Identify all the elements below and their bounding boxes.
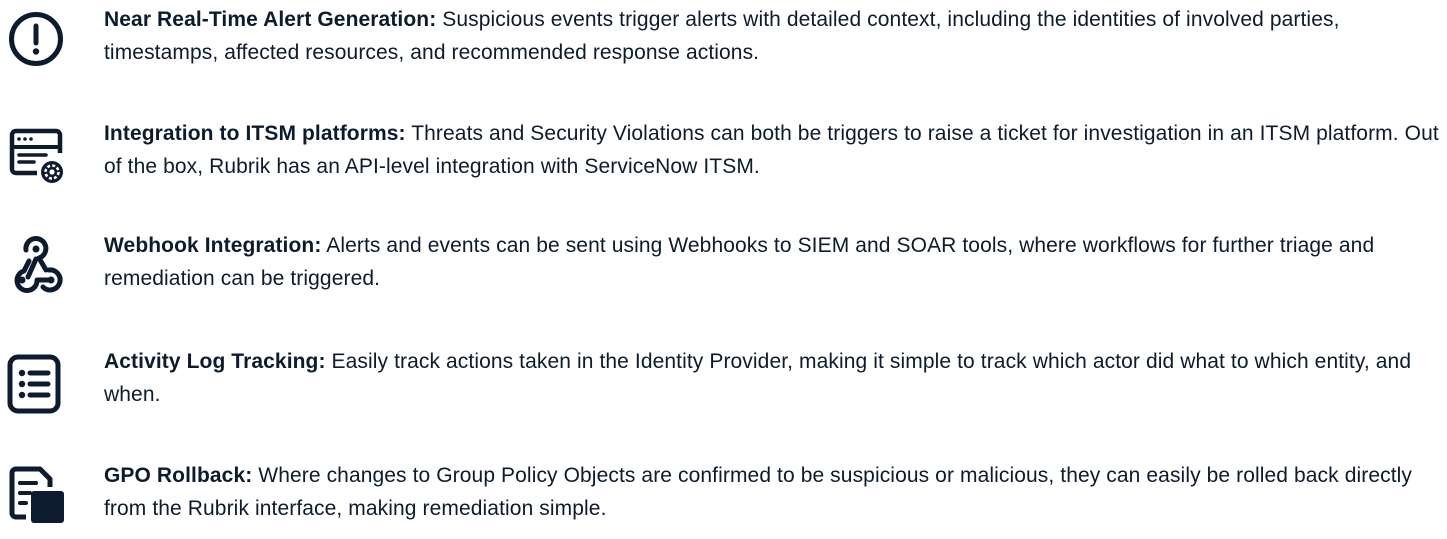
feature-itsm-integration: Integration to ITSM platforms: Threats a… <box>0 117 1447 197</box>
feature-title: Activity Log Tracking: <box>104 350 326 373</box>
ticket-window-gear-icon <box>4 123 68 187</box>
feature-title: GPO Rollback: <box>104 464 253 487</box>
feature-text: Activity Log Tracking: Easily track acti… <box>104 345 1439 411</box>
feature-alert-generation: Near Real-Time Alert Generation: Suspici… <box>0 3 1447 83</box>
feature-text: Near Real-Time Alert Generation: Suspici… <box>104 3 1439 69</box>
feature-gpo-rollback: GPO Rollback: Where changes to Group Pol… <box>0 459 1447 539</box>
webhook-icon <box>4 233 68 297</box>
feature-description: Where changes to Group Policy Objects ar… <box>104 464 1413 520</box>
feature-title: Webhook Integration: <box>104 234 322 257</box>
document-rollback-icon <box>4 463 68 527</box>
checklist-icon <box>4 351 68 415</box>
feature-text: Integration to ITSM platforms: Threats a… <box>104 117 1439 183</box>
feature-title: Near Real-Time Alert Generation: <box>104 8 437 31</box>
feature-text: Webhook Integration: Alerts and events c… <box>104 229 1439 295</box>
feature-text: GPO Rollback: Where changes to Group Pol… <box>104 459 1439 525</box>
feature-activity-log: Activity Log Tracking: Easily track acti… <box>0 345 1447 425</box>
feature-title: Integration to ITSM platforms: <box>104 122 406 145</box>
alert-circle-icon <box>4 7 68 71</box>
feature-webhook-integration: Webhook Integration: Alerts and events c… <box>0 229 1447 309</box>
